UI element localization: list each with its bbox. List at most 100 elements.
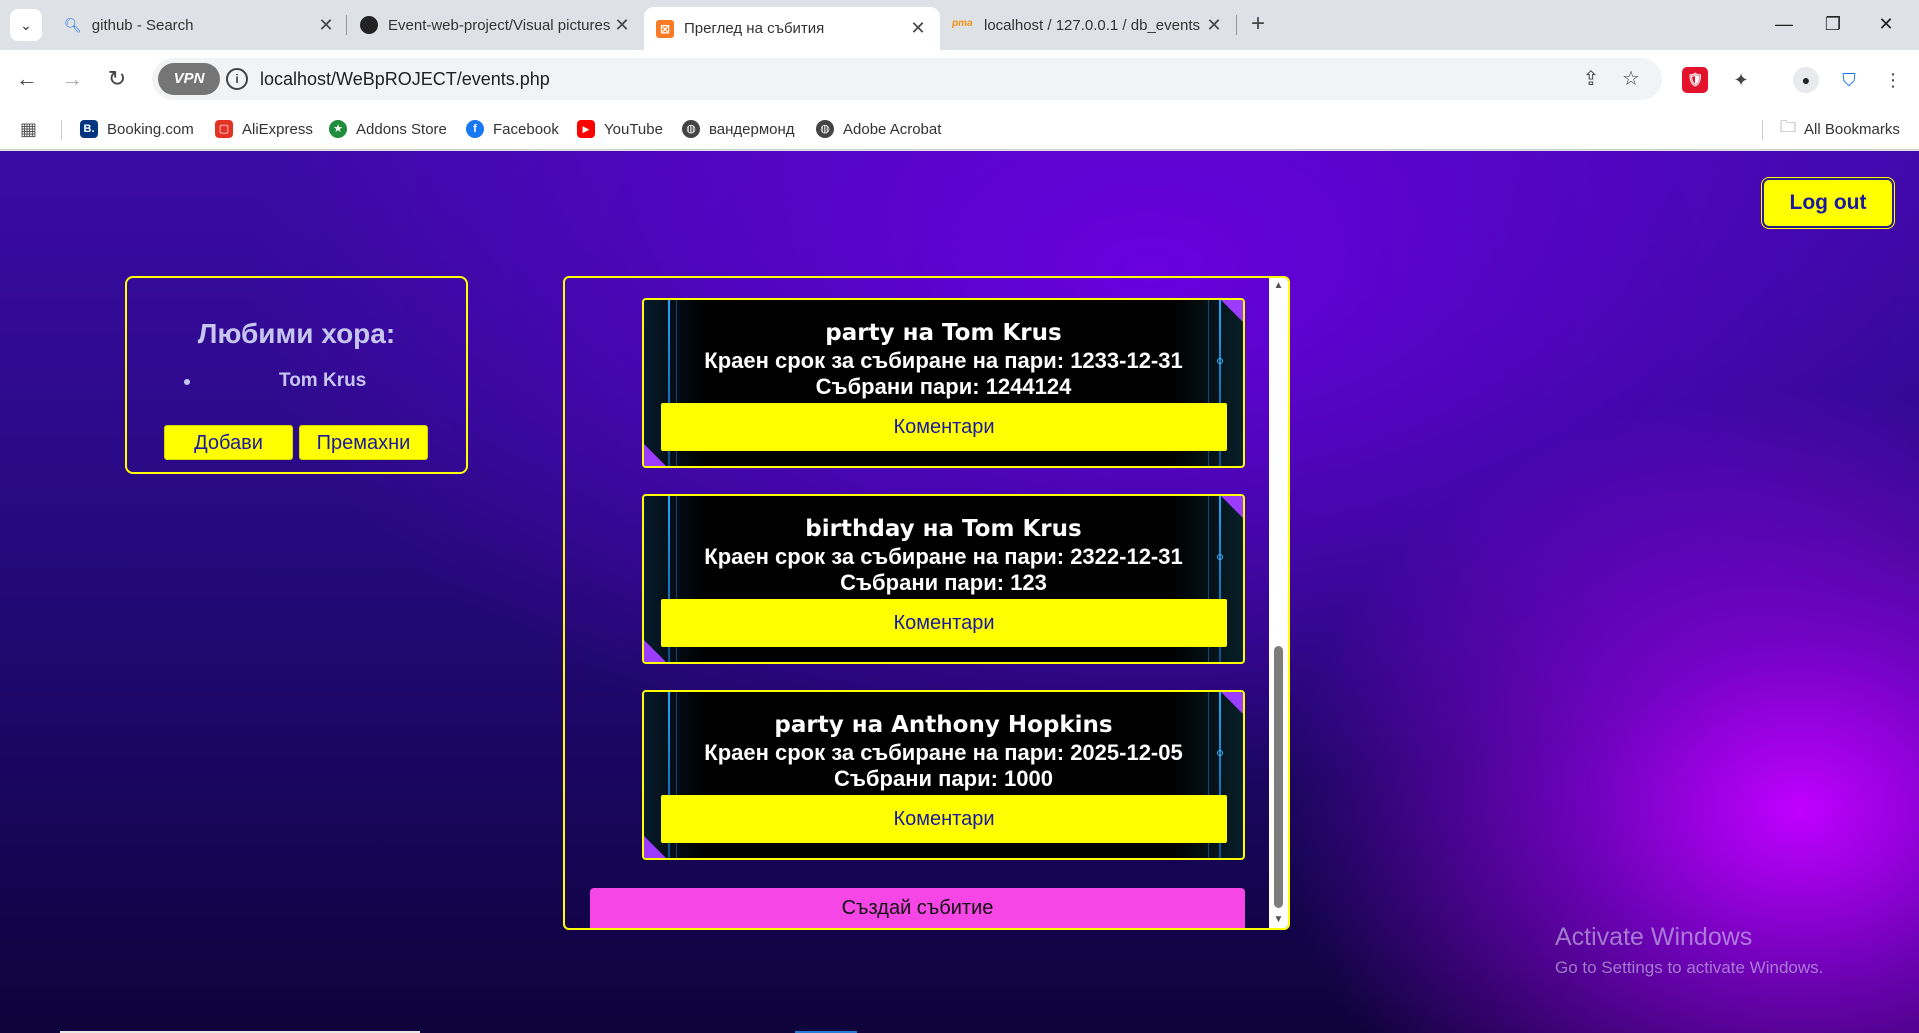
facebook-icon: f <box>466 120 484 138</box>
addons-icon: ★ <box>329 120 347 138</box>
close-icon[interactable]: ✕ <box>612 15 632 36</box>
share-icon[interactable]: ⇪ <box>1578 66 1604 92</box>
tab-strip: ⌄ 🔍︎ github - Search ✕ Event-web-project… <box>0 0 1919 50</box>
bookmark-aliexpress[interactable]: ▢ AliExpress <box>215 118 313 140</box>
all-bookmarks-button[interactable]: 🗀 All Bookmarks <box>1780 118 1900 140</box>
watermark-title: Activate Windows <box>1555 923 1753 951</box>
bookmark-label: AliExpress <box>242 120 313 138</box>
bookmark-divider <box>61 120 62 140</box>
corner-decoration <box>1221 300 1243 322</box>
extensions-icon[interactable]: ✦ <box>1728 67 1754 93</box>
event-title: birthday на Tom Krus <box>805 516 1082 542</box>
all-bookmarks-label: All Bookmarks <box>1804 120 1900 138</box>
tab-events-overview[interactable]: ⊠ Преглед на събития ✕ <box>644 7 940 50</box>
youtube-icon: ▶ <box>577 120 595 138</box>
events-list-panel[interactable]: party на Tom Krus Краен срок за събиране… <box>563 276 1290 930</box>
address-bar[interactable]: VPN i localhost/WeBpROJECT/events.php ⇪ … <box>152 58 1662 100</box>
comments-button[interactable]: Коментари <box>661 599 1227 647</box>
corner-decoration <box>1221 692 1243 714</box>
scroll-thumb[interactable] <box>1274 646 1283 908</box>
star-icon[interactable]: ☆ <box>1618 66 1644 92</box>
site-info-icon[interactable]: i <box>226 68 248 90</box>
apps-button[interactable]: ▦ <box>20 118 37 140</box>
arrow-left-icon: ← <box>16 66 38 91</box>
adblock-extension-icon[interactable]: 🛡︎ <box>1682 67 1708 93</box>
close-icon: ✕ <box>1878 14 1894 34</box>
profile-avatar[interactable]: ● <box>1793 67 1819 93</box>
corner-decoration <box>1221 496 1243 518</box>
remove-favorite-button[interactable]: Премахни <box>299 425 428 460</box>
event-card: birthday на Tom Krus Краен срок за събир… <box>642 494 1245 664</box>
booking-icon: B. <box>80 120 98 138</box>
close-icon[interactable]: ✕ <box>316 15 336 36</box>
tab-title: github - Search <box>91 16 194 34</box>
event-title: party на Anthony Hopkins <box>774 712 1113 738</box>
tab-title: Преглед на събития <box>684 20 825 37</box>
event-collected: Събрани пари: 1000 <box>834 766 1053 791</box>
minimize-icon: — <box>1775 14 1793 34</box>
bullet-icon <box>184 379 190 385</box>
logout-button[interactable]: Log out <box>1762 178 1894 228</box>
tab-github-search[interactable]: 🔍︎ github - Search ✕ <box>52 7 348 43</box>
bookmark-facebook[interactable]: f Facebook <box>466 118 559 140</box>
close-icon[interactable]: ✕ <box>1204 15 1224 36</box>
tab-title: localhost / 127.0.0.1 / db_events <box>984 16 1200 34</box>
restore-button[interactable]: ❐ <box>1813 8 1853 40</box>
bookmark-addons-store[interactable]: ★ Addons Store <box>329 118 447 140</box>
event-title: party на Tom Krus <box>825 320 1062 346</box>
event-card: party на Anthony Hopkins Краен срок за с… <box>642 690 1245 860</box>
create-event-button[interactable]: Създай събитие <box>590 888 1245 928</box>
forward-button[interactable]: → <box>55 62 89 96</box>
scroll-up-icon[interactable]: ▲ <box>1272 280 1285 291</box>
favorite-person-name: Tom Krus <box>279 370 367 391</box>
minimize-button[interactable]: — <box>1764 8 1804 40</box>
tab-search-menu-button[interactable]: ⌄ <box>10 9 42 41</box>
comments-button[interactable]: Коментари <box>661 403 1227 451</box>
comments-button[interactable]: Коментари <box>661 795 1227 843</box>
phpmyadmin-icon: pma <box>952 18 973 29</box>
reload-icon: ↻ <box>107 66 127 91</box>
bookmark-divider <box>1762 120 1763 140</box>
bookmark-label: Booking.com <box>107 120 194 138</box>
event-collected: Събрани пари: 123 <box>840 570 1047 595</box>
bookmark-youtube[interactable]: ▶ YouTube <box>577 118 663 140</box>
event-deadline: Краен срок за събиране на пари: 2322-12-… <box>704 544 1183 569</box>
event-collected: Събрани пари: 1244124 <box>815 374 1072 399</box>
bookmark-label: YouTube <box>604 120 663 138</box>
bookmark-adobe-acrobat[interactable]: ◍ Adobe Acrobat <box>816 118 941 140</box>
arrow-right-icon: → <box>61 66 83 91</box>
tab-title: Event-web-project/Visual pictures <box>388 16 611 34</box>
event-deadline: Краен срок за събиране на пари: 2025-12-… <box>704 740 1183 765</box>
watermark-subtitle: Go to Settings to activate Windows. <box>1555 958 1824 977</box>
close-icon[interactable]: ✕ <box>908 18 928 39</box>
browser-toolbar: ← → ↻ VPN i localhost/WeBpROJECT/events.… <box>0 50 1919 108</box>
tab-phpmyadmin[interactable]: pma localhost / 127.0.0.1 / db_events ✕ <box>940 7 1236 43</box>
tab-divider <box>346 15 347 35</box>
bookmarks-bar: ▦ B. Booking.com ▢ AliExpress ★ Addons S… <box>0 108 1919 150</box>
close-window-button[interactable]: ✕ <box>1866 8 1906 40</box>
add-favorite-button[interactable]: Добави <box>164 425 293 460</box>
bookmark-vandermond[interactable]: ◍ вандермонд <box>682 118 795 140</box>
url-text[interactable]: localhost/WeBpROJECT/events.php <box>260 69 550 90</box>
apps-grid-icon: ▦ <box>20 118 38 139</box>
vpn-toggle[interactable]: VPN <box>158 63 220 95</box>
aliexpress-icon: ▢ <box>215 120 233 138</box>
events-scrollbar[interactable]: ▲ ▼ <box>1269 278 1288 928</box>
search-icon: 🔍︎ <box>64 16 82 33</box>
globe-icon: ◍ <box>816 120 834 138</box>
shield-extension-icon[interactable]: ⛉ <box>1836 67 1862 93</box>
reload-button[interactable]: ↻ <box>100 62 134 96</box>
new-tab-button[interactable]: + <box>1244 10 1272 38</box>
menu-icon[interactable]: ⋮ <box>1880 67 1906 93</box>
bookmark-label: вандермонд <box>709 120 795 138</box>
back-button[interactable]: ← <box>10 62 44 96</box>
bookmark-label: Adobe Acrobat <box>843 120 942 138</box>
globe-icon: ◍ <box>682 120 700 138</box>
event-card: party на Tom Krus Краен срок за събиране… <box>642 298 1245 468</box>
scroll-down-icon[interactable]: ▼ <box>1272 914 1285 925</box>
page-viewport: Log out Любими хора: Tom Krus Добави Пре… <box>0 151 1919 1033</box>
bookmark-label: Addons Store <box>356 120 447 138</box>
github-icon <box>360 16 378 34</box>
tab-event-web-project[interactable]: Event-web-project/Visual pictures ✕ <box>348 7 644 43</box>
bookmark-booking[interactable]: B. Booking.com <box>80 118 194 140</box>
